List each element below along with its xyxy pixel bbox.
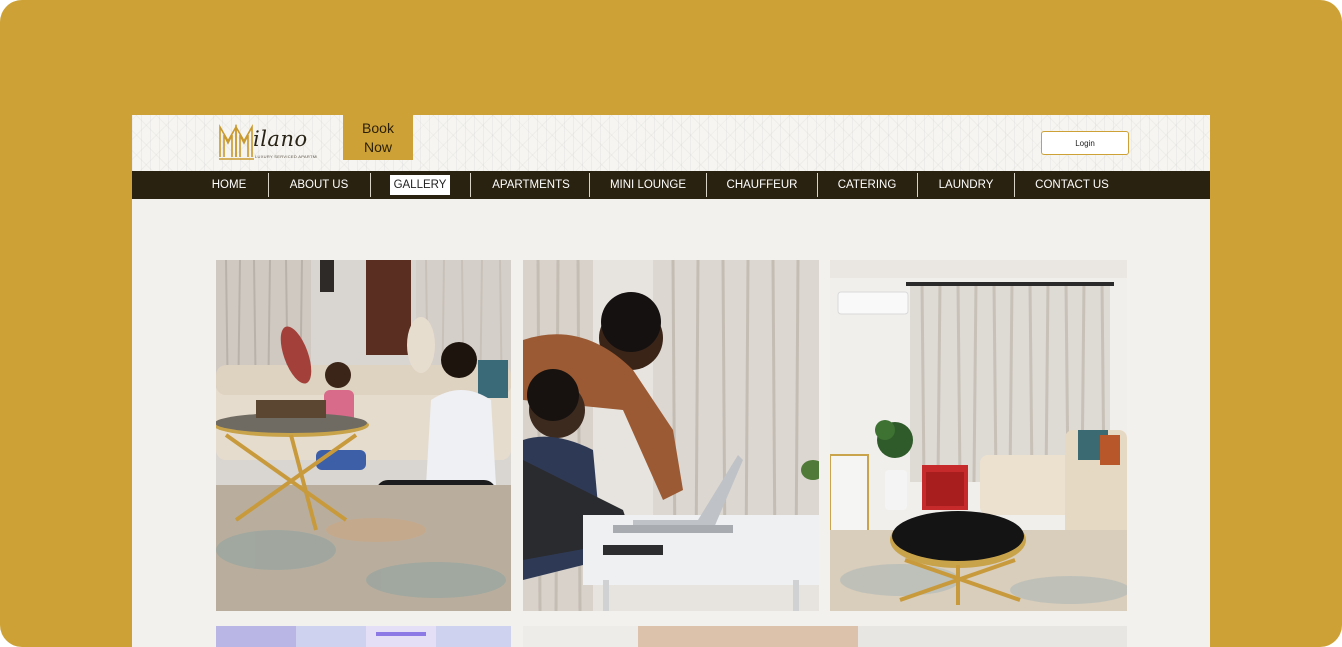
nav-divider — [1014, 173, 1015, 197]
nav-item-contact-us[interactable]: CONTACT US — [1022, 171, 1122, 199]
nav-divider — [589, 173, 590, 197]
gallery-photo-bedroom-interior[interactable] — [523, 626, 1127, 647]
nav-item-label: CONTACT US — [1035, 179, 1109, 191]
nav-item-label: APARTMENTS — [492, 179, 570, 191]
nav-item-label: ABOUT US — [289, 179, 349, 191]
login-button[interactable]: Login — [1041, 131, 1129, 155]
nav-item-about-us[interactable]: ABOUT US — [276, 171, 362, 199]
nav-item-home[interactable]: HOME — [198, 171, 260, 199]
screenshot-frame: ilano LUXURY SERVICED APARTMENT Book Now… — [0, 0, 1342, 647]
nav-item-gallery[interactable]: GALLERY — [384, 171, 456, 199]
nav-item-laundry[interactable]: LAUNDRY — [924, 171, 1008, 199]
nav-item-label: CHAUFFEUR — [726, 179, 798, 191]
nav-item-label: MINI LOUNGE — [609, 179, 687, 191]
nav-item-apartments[interactable]: APARTMENTS — [478, 171, 584, 199]
nav-divider — [268, 173, 269, 197]
website: ilano LUXURY SERVICED APARTMENT Book Now… — [132, 115, 1210, 647]
gallery-photo-living-room-interior[interactable] — [830, 260, 1127, 611]
nav-divider — [370, 173, 371, 197]
nav-item-catering[interactable]: CATERING — [824, 171, 910, 199]
gallery-photo-family-living-room[interactable] — [216, 260, 511, 611]
nav-item-label: GALLERY — [389, 175, 451, 195]
book-now-button[interactable]: Book Now — [343, 115, 413, 160]
site-header: ilano LUXURY SERVICED APARTMENT Book Now… — [132, 115, 1210, 171]
main-nav: HOME ABOUT US GALLERY APARTMENTS MINI LO… — [132, 171, 1210, 199]
milano-logo[interactable]: ilano LUXURY SERVICED APARTMENT — [218, 123, 318, 165]
nav-item-label: CATERING — [837, 179, 897, 191]
nav-item-label: HOME — [211, 179, 247, 191]
logo-m-mark-icon — [219, 123, 254, 160]
nav-item-label: LAUNDRY — [938, 179, 994, 191]
nav-item-chauffeur[interactable]: CHAUFFEUR — [714, 171, 810, 199]
nav-divider — [706, 173, 707, 197]
logo-tagline: LUXURY SERVICED APARTMENT — [255, 154, 317, 159]
nav-divider — [817, 173, 818, 197]
nav-divider — [470, 173, 471, 197]
logo-wordmark: ilano — [253, 127, 308, 151]
nav-item-mini-lounge[interactable]: MINI LOUNGE — [596, 171, 700, 199]
gallery-photo-purple-lit-room[interactable] — [216, 626, 511, 647]
gallery-photo-men-working-laptop[interactable] — [523, 260, 819, 611]
nav-divider — [917, 173, 918, 197]
